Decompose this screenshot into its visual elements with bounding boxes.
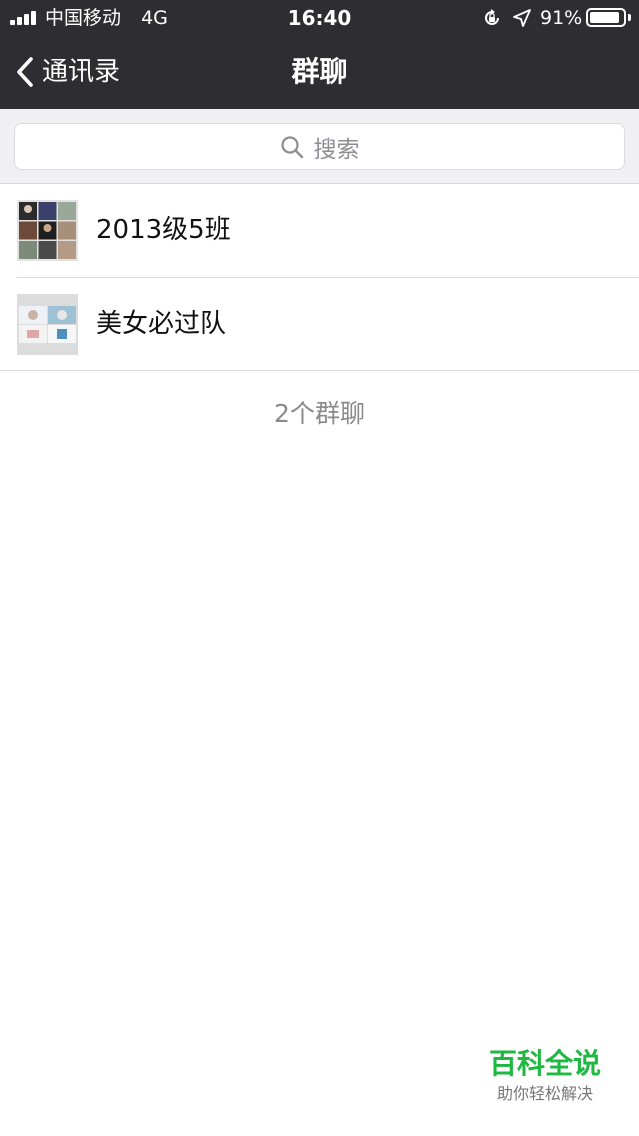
status-bar: 中国移动 4G 16:40 91% [0,0,639,36]
search-icon [280,135,303,158]
search-input[interactable]: 搜索 [14,123,625,170]
group-avatar [17,200,78,261]
group-chat-row[interactable]: 美女必过队 [0,278,639,371]
top-bar: 中国移动 4G 16:40 91% 通讯录 群聊 [0,0,639,109]
watermark-logo: 百科全说 助你轻松解决 [470,1045,620,1105]
group-avatar [17,294,78,355]
search-bar: 搜索 [0,109,639,184]
watermark-subtitle: 助你轻松解决 [496,1084,593,1103]
location-arrow-icon [513,9,531,27]
battery-level-fill [590,12,619,23]
group-count-label: 2个群聊 [274,399,365,428]
battery-icon [586,8,626,27]
battery-percent: 91% [540,7,583,29]
rotation-lock-icon [485,9,499,25]
group-name: 美女必过队 [96,309,227,339]
group-name: 2013级5班 [96,215,231,245]
group-chat-row[interactable]: 2013级5班 [0,184,639,277]
watermark-title: 百科全说 [488,1047,601,1080]
battery-cap [628,14,631,21]
search-placeholder: 搜索 [313,136,360,163]
list-bottom-divider [0,370,639,371]
page-title: 群聊 [291,55,348,88]
